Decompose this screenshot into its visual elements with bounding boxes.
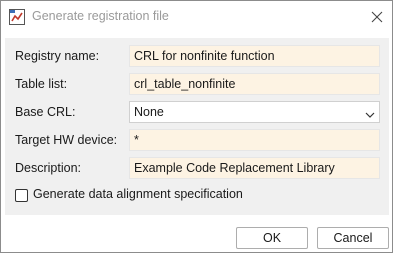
close-button[interactable] (365, 5, 389, 29)
registry-name-field[interactable]: CRL for nonfinite function (129, 45, 380, 67)
description-label: Description: (15, 161, 81, 175)
base-crl-value: None (134, 105, 164, 119)
alignment-checkbox[interactable] (15, 189, 28, 202)
target-hw-label: Target HW device: (15, 133, 118, 147)
matlab-app-icon (9, 9, 25, 25)
ok-button[interactable]: OK (236, 227, 308, 249)
cancel-button[interactable]: Cancel (317, 227, 389, 249)
registry-name-label: Registry name: (15, 49, 100, 63)
close-icon (371, 11, 383, 23)
form-panel: Registry name: CRL for nonfinite functio… (5, 38, 389, 215)
alignment-checkbox-label[interactable]: Generate data alignment specification (33, 187, 243, 201)
dialog-window: Generate registration file Registry name… (0, 0, 393, 253)
description-field[interactable]: Example Code Replacement Library (129, 157, 380, 179)
table-list-label: Table list: (15, 77, 68, 91)
base-crl-select[interactable]: None (129, 101, 380, 123)
table-list-field[interactable]: crl_table_nonfinite (129, 73, 380, 95)
target-hw-field[interactable]: * (129, 129, 380, 151)
base-crl-label: Base CRL: (15, 105, 76, 119)
title-bar: Generate registration file (1, 1, 392, 32)
window-title: Generate registration file (32, 9, 169, 23)
chevron-down-icon (365, 108, 375, 122)
